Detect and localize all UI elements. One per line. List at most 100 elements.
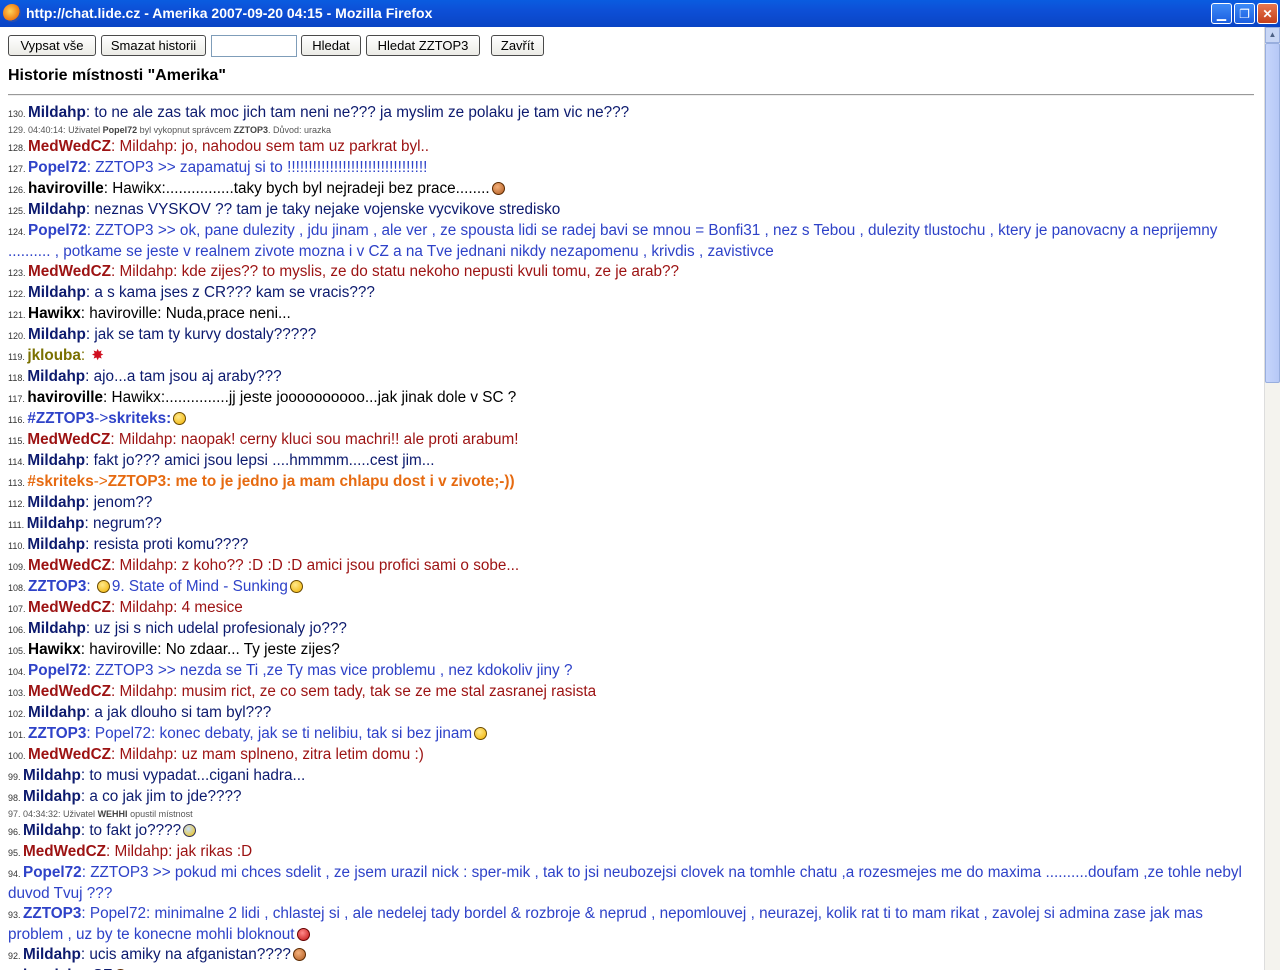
message-nick[interactable]: Popel72 [28, 159, 87, 176]
notice-user: Popel72 [102, 125, 138, 135]
message-nick[interactable]: Mildahp [23, 822, 81, 839]
chat-message: 126. haviroville: Hawikx:...............… [8, 179, 1256, 200]
message-nick[interactable]: Mildahp [28, 284, 86, 301]
close-window-button[interactable]: ✕ [1257, 3, 1278, 24]
scroll-up-icon[interactable]: ▲ [1265, 27, 1280, 43]
search-input[interactable] [211, 35, 297, 57]
chat-message: 123. MedWedCZ: Mildahp: kde zijes?? to m… [8, 262, 1256, 283]
message-nick[interactable]: Mildahp [23, 788, 81, 805]
search-button[interactable]: Hledat [301, 35, 361, 56]
nick-separator: : [111, 683, 120, 700]
page-title: Historie místnosti "Amerika" [8, 67, 226, 84]
message-text: Mildahp: jo, nahodou sem tam uz parkrat … [119, 138, 430, 155]
message-nick[interactable]: ZZTOP3 [28, 725, 86, 742]
search-user-button[interactable]: Hledat ZZTOP3 [366, 35, 480, 56]
smiley-icon [296, 928, 310, 942]
firefox-icon [3, 4, 21, 22]
message-nick[interactable]: Hawikx [28, 305, 81, 322]
message-nick[interactable]: haviroville [28, 180, 104, 197]
message-text: haviroville: Nuda,prace neni... [89, 305, 291, 322]
message-nick[interactable]: MedWedCZ [23, 843, 106, 860]
message-number: 98. [8, 793, 24, 803]
divider [8, 94, 1254, 96]
chat-message: 96. Mildahp: to fakt jo???? [8, 821, 1256, 842]
message-number: 122. [8, 289, 29, 299]
chat-message: 117. haviroville: Hawikx:...............… [8, 388, 1256, 409]
message-nick[interactable]: MedWedCZ [28, 263, 111, 280]
nick-separator: : [103, 389, 112, 406]
message-nick[interactable]: Mildahp [28, 326, 86, 343]
message-text: a co jak jim to jde???? [89, 788, 242, 805]
nick-separator: : [85, 452, 94, 469]
message-nick[interactable]: #ZZTOP3 [27, 410, 94, 427]
chat-message: 110. Mildahp: resista proti komu???? [8, 535, 1256, 556]
message-number: 100. [8, 751, 29, 761]
message-number: 128. [8, 143, 29, 153]
scroll-thumb[interactable] [1265, 43, 1280, 383]
chat-message: 113. #skriteks->ZZTOP3: me to je jedno j… [8, 472, 1256, 493]
message-nick[interactable]: Mildahp [27, 515, 85, 532]
message-text: ZZTOP3 >> nezda se Ti ,ze Ty mas vice pr… [95, 662, 573, 679]
message-nick[interactable]: MedWedCZ [28, 138, 111, 155]
message-nick[interactable]: Mildahp [23, 767, 81, 784]
window-titlebar: http://chat.lide.cz - Amerika 2007-09-20… [0, 0, 1280, 27]
message-number: 115. [8, 436, 28, 446]
message-nick[interactable]: Mildahp [28, 104, 86, 121]
message-nick[interactable]: MedWedCZ [28, 599, 111, 616]
notice-text: Uživatel [63, 809, 98, 819]
window-title: http://chat.lide.cz - Amerika 2007-09-20… [26, 5, 433, 21]
message-text: haviroville: No zdaar... Ty jeste zijes? [89, 641, 340, 658]
message-nick[interactable]: haviroville [27, 389, 103, 406]
message-number: 124. [8, 227, 29, 237]
whisper-target[interactable]: ZZTOP3: [108, 473, 171, 490]
nick-separator: : [80, 641, 90, 658]
minimize-button[interactable]: ▁ [1211, 3, 1232, 24]
notice-user: WEHHI [97, 809, 128, 819]
message-nick[interactable]: ZZTOP3 [23, 905, 81, 922]
message-nick[interactable]: Mildahp [27, 536, 85, 553]
chat-message: 115. MedWedCZ: Mildahp: naopak! cerny kl… [8, 430, 1256, 451]
nick-separator: : [111, 746, 120, 763]
message-text: Popel72: konec debaty, jak se ti nelibiu… [94, 725, 473, 742]
message-nick[interactable]: Mildahp [28, 201, 86, 218]
vertical-scrollbar[interactable]: ▲ [1264, 27, 1280, 970]
message-number: 104. [8, 667, 29, 677]
message-nick[interactable]: ZZTOP3 [28, 578, 86, 595]
chat-message: 124. Popel72: ZZTOP3 >> ok, pane dulezit… [8, 221, 1256, 262]
chat-message: 109. MedWedCZ: Mildahp: z koho?? :D :D :… [8, 556, 1256, 577]
clear-history-button[interactable]: Smazat historii [101, 35, 206, 56]
chat-message: 111. Mildahp: negrum?? [8, 514, 1256, 535]
nick-separator: : [111, 557, 120, 574]
chat-message: 104. Popel72: ZZTOP3 >> nezda se Ti ,ze … [8, 661, 1256, 682]
message-nick[interactable]: Popel72 [28, 662, 87, 679]
message-nick[interactable]: #skriteks [27, 473, 93, 490]
maximize-button[interactable]: ❐ [1234, 3, 1255, 24]
message-nick[interactable]: Mildahp [27, 368, 85, 385]
message-nick[interactable]: Mildahp [27, 452, 85, 469]
message-nick[interactable]: Hawikx [28, 641, 81, 658]
message-nick[interactable]: Mildahp [28, 620, 86, 637]
message-nick[interactable]: MedWedCZ [28, 746, 111, 763]
message-nick[interactable]: MedWedCZ [27, 431, 110, 448]
whisper-target[interactable]: skriteks: [108, 410, 171, 427]
message-number: 108. [8, 583, 29, 593]
message-nick[interactable]: Mildahp [28, 704, 86, 721]
message-nick[interactable]: Popel72 [23, 864, 82, 881]
nick-separator: : [86, 159, 96, 176]
message-nick[interactable]: Mildahp [23, 946, 81, 963]
message-number: 120. [8, 331, 29, 341]
message-nick[interactable]: MedWedCZ [28, 683, 111, 700]
message-nick[interactable]: MedWedCZ [28, 557, 111, 574]
whisper-arrow: -> [93, 473, 108, 490]
message-nick[interactable]: Mildahp [27, 494, 85, 511]
close-button[interactable]: Zavřít [491, 35, 544, 56]
chat-message: 114. Mildahp: fakt jo??? amici jsou leps… [8, 451, 1256, 472]
chat-message: 108. ZZTOP3: 9. State of Mind - Sunking [8, 577, 1256, 598]
message-text: ajo...a tam jsou aj araby??? [93, 368, 282, 385]
list-all-button[interactable]: Vypsat vše [8, 35, 96, 56]
message-nick[interactable]: Popel72 [28, 222, 87, 239]
chat-message: 118. Mildahp: ajo...a tam jsou aj araby?… [8, 367, 1256, 388]
message-text: a s kama jses z CR??? kam se vracis??? [94, 284, 375, 301]
smiley-icon [96, 580, 110, 594]
message-nick[interactable]: jklouba [27, 347, 81, 364]
